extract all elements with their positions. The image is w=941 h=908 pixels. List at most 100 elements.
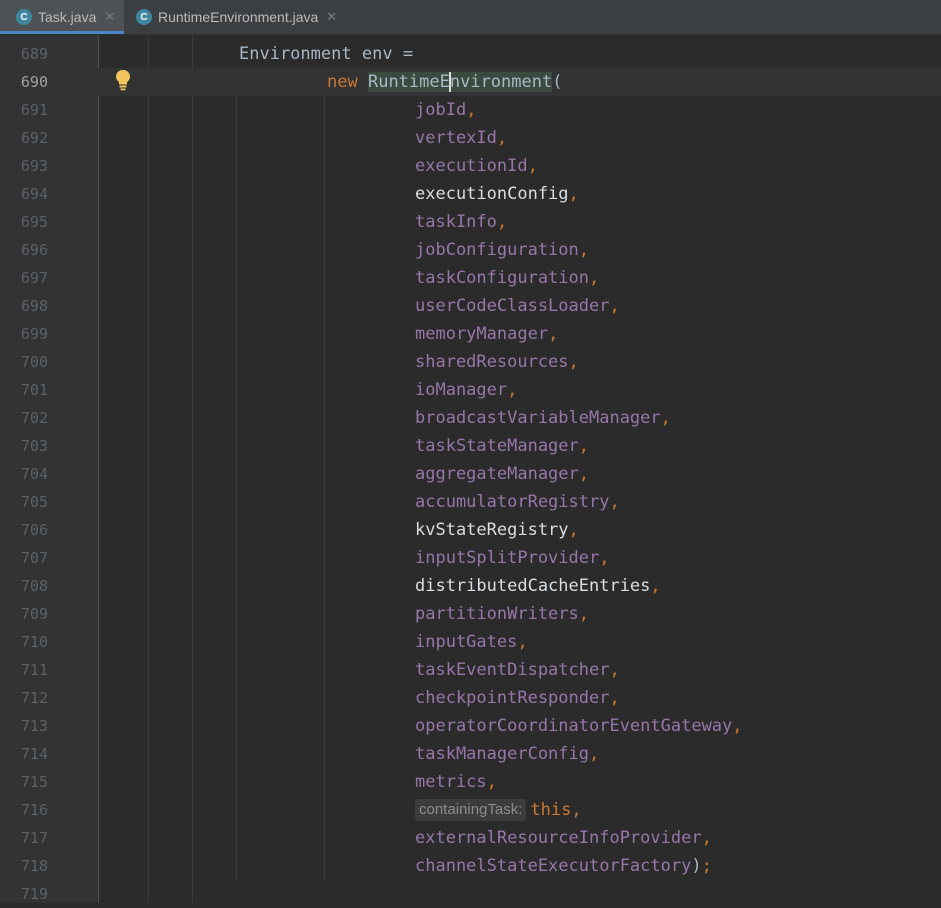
code-line-707[interactable]: 707 inputSplitProvider, — [0, 544, 941, 572]
separator-token: , — [701, 828, 712, 848]
code-text[interactable]: taskStateManager, — [415, 432, 589, 460]
separator-token: , — [589, 744, 600, 764]
separator-token: , — [568, 520, 579, 540]
line-number: 717 — [20, 829, 48, 847]
code-line-719[interactable]: 719 — [0, 880, 941, 908]
code-text[interactable]: partitionWriters, — [415, 600, 589, 628]
separator-token: , — [609, 660, 620, 680]
code-line-706[interactable]: 706 kvStateRegistry, — [0, 516, 941, 544]
line-number: 707 — [20, 549, 48, 567]
code-line-704[interactable]: 704 aggregateManager, — [0, 460, 941, 488]
code-line-713[interactable]: 713 operatorCoordinatorEventGateway, — [0, 712, 941, 740]
code-line-711[interactable]: 711 taskEventDispatcher, — [0, 656, 941, 684]
code-line-700[interactable]: 700 sharedResources, — [0, 348, 941, 376]
separator-token: , — [568, 184, 579, 204]
code-text[interactable]: sharedResources, — [415, 348, 579, 376]
code-text[interactable]: containingTask: this, — [415, 796, 582, 824]
code-text[interactable]: executionId, — [415, 152, 538, 180]
code-text[interactable]: inputSplitProvider, — [415, 544, 609, 572]
code-text[interactable]: taskConfiguration, — [415, 264, 599, 292]
line-number: 696 — [20, 241, 48, 259]
code-line-702[interactable]: 702 broadcastVariableManager, — [0, 404, 941, 432]
argument-token: executionConfig — [415, 184, 569, 204]
argument-token: vertexId — [415, 128, 497, 148]
code-text[interactable]: checkpointResponder, — [415, 684, 620, 712]
code-line-715[interactable]: 715 metrics, — [0, 768, 941, 796]
argument-token: jobId — [415, 100, 467, 120]
argument-token: taskManagerConfig — [415, 744, 589, 764]
code-text[interactable]: kvStateRegistry, — [415, 516, 579, 544]
code-text[interactable]: inputGates, — [415, 628, 528, 656]
class-file-icon: C — [16, 9, 32, 25]
lightbulb-icon[interactable] — [114, 69, 132, 91]
code-text[interactable]: channelStateExecutorFactory); — [415, 852, 712, 880]
code-text[interactable]: taskInfo, — [415, 208, 507, 236]
code-text[interactable]: new RuntimeEnvironment( — [327, 68, 562, 96]
code-text[interactable]: taskEventDispatcher, — [415, 656, 620, 684]
line-number: 701 — [20, 381, 48, 399]
code-line-716[interactable]: 716 containingTask: this, — [0, 796, 941, 824]
code-text[interactable]: metrics, — [415, 768, 497, 796]
code-line-718[interactable]: 718 channelStateExecutorFactory); — [0, 852, 941, 880]
argument-token: sharedResources — [415, 352, 569, 372]
line-number: 693 — [20, 157, 48, 175]
tab-task-java[interactable]: C Task.java ✕ — [0, 0, 124, 34]
code-line-691[interactable]: 691 jobId, — [0, 96, 941, 124]
line-number: 712 — [20, 689, 48, 707]
close-icon[interactable]: ✕ — [326, 9, 337, 25]
line-number: 695 — [20, 213, 48, 231]
code-line-708[interactable]: 708 distributedCacheEntries, — [0, 572, 941, 600]
code-line-701[interactable]: 701 ioManager, — [0, 376, 941, 404]
code-line-699[interactable]: 699 memoryManager, — [0, 320, 941, 348]
code-text[interactable]: taskManagerConfig, — [415, 740, 599, 768]
code-line-710[interactable]: 710 inputGates, — [0, 628, 941, 656]
code-text[interactable]: jobId, — [415, 96, 476, 124]
line-number: 691 — [20, 101, 48, 119]
code-text[interactable]: externalResourceInfoProvider, — [415, 824, 712, 852]
tab-label: Task.java — [38, 9, 97, 25]
argument-token: partitionWriters — [415, 604, 579, 624]
code-line-705[interactable]: 705 accumulatorRegistry, — [0, 488, 941, 516]
close-icon[interactable]: ✕ — [104, 9, 115, 25]
code-text[interactable]: Environment env = — [239, 40, 413, 68]
tab-label: RuntimeEnvironment.java — [158, 9, 319, 25]
code-line-712[interactable]: 712 checkpointResponder, — [0, 684, 941, 712]
separator-token: , — [578, 604, 590, 624]
code-text[interactable]: ioManager, — [415, 376, 517, 404]
code-line-709[interactable]: 709 partitionWriters, — [0, 600, 941, 628]
code-line-698[interactable]: 698 userCodeClassLoader, — [0, 292, 941, 320]
code-text[interactable]: distributedCacheEntries, — [415, 572, 661, 600]
code-line-692[interactable]: 692 vertexId, — [0, 124, 941, 152]
code-line-717[interactable]: 717 externalResourceInfoProvider, — [0, 824, 941, 852]
separator-token: , — [486, 772, 497, 792]
code-line-697[interactable]: 697 taskConfiguration, — [0, 264, 941, 292]
code-line-694[interactable]: 694 executionConfig, — [0, 180, 941, 208]
operator-token: = — [402, 44, 414, 64]
line-number: 714 — [20, 745, 48, 763]
code-line-703[interactable]: 703 taskStateManager, — [0, 432, 941, 460]
code-text[interactable]: jobConfiguration, — [415, 236, 589, 264]
code-text[interactable]: userCodeClassLoader, — [415, 292, 620, 320]
separator-token: , — [517, 632, 528, 652]
separator-token: , — [496, 128, 508, 148]
separator-token: , — [527, 156, 538, 176]
code-line-693[interactable]: 693 executionId, — [0, 152, 941, 180]
code-line-689[interactable]: 689 Environment env = — [0, 40, 941, 68]
separator-token: , — [732, 716, 743, 736]
code-line-696[interactable]: 696 jobConfiguration, — [0, 236, 941, 264]
code-text[interactable]: vertexId, — [415, 124, 507, 152]
code-text[interactable]: broadcastVariableManager, — [415, 404, 671, 432]
line-number: 718 — [20, 857, 48, 875]
argument-token: metrics — [415, 772, 487, 792]
code-text[interactable]: accumulatorRegistry, — [415, 488, 620, 516]
code-text[interactable]: aggregateManager, — [415, 460, 589, 488]
variable-token: env — [361, 44, 393, 64]
tab-runtimeenvironment-java[interactable]: C RuntimeEnvironment.java ✕ — [124, 0, 344, 34]
code-line-695[interactable]: 695 taskInfo, — [0, 208, 941, 236]
code-text[interactable]: memoryManager, — [415, 320, 558, 348]
code-text[interactable]: operatorCoordinatorEventGateway, — [415, 712, 743, 740]
line-number: 715 — [20, 773, 48, 791]
code-text[interactable]: executionConfig, — [415, 180, 579, 208]
code-line-690[interactable]: 690 new RuntimeEnvironment( — [0, 68, 941, 96]
code-line-714[interactable]: 714 taskManagerConfig, — [0, 740, 941, 768]
